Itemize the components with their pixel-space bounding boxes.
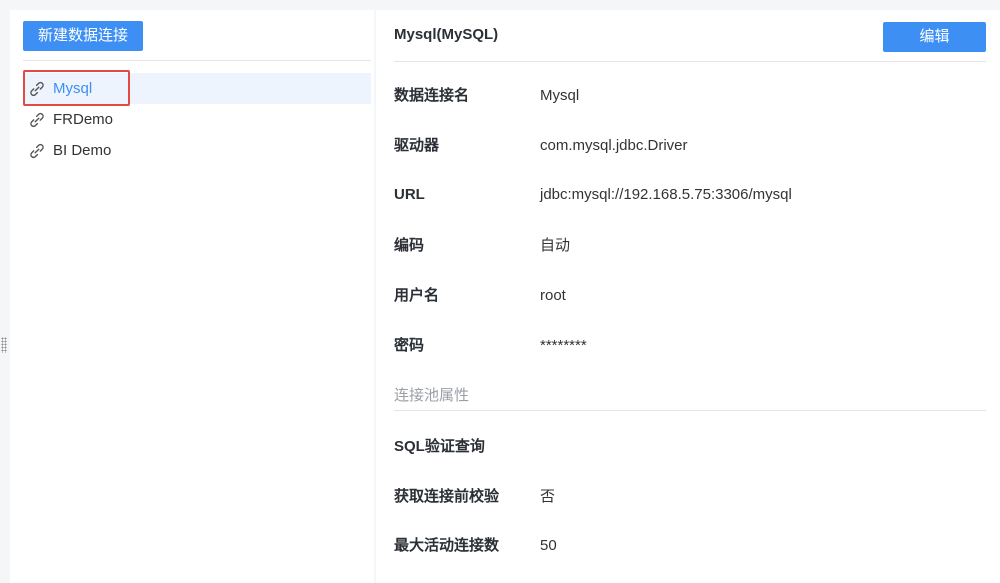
connection-list: Mysql FRDemo BI Demo	[23, 70, 371, 166]
field-value: 50	[540, 537, 557, 554]
detail-title: Mysql(MySQL)	[394, 26, 499, 43]
link-icon	[30, 143, 44, 159]
connection-item-bi-demo[interactable]: BI Demo	[23, 135, 371, 166]
divider	[394, 61, 986, 62]
field-label: 获取连接前校验	[394, 488, 500, 505]
field-value: ********	[540, 337, 587, 354]
field-label: 数据连接名	[394, 87, 470, 104]
field-value: 自动	[540, 237, 571, 254]
pool-section-label: 连接池属性	[394, 387, 470, 404]
field-value: Mysql	[540, 87, 580, 104]
connection-name: BI Demo	[53, 142, 112, 159]
connection-list-panel: 新建数据连接 Mysql FRDemo BI Demo	[10, 10, 374, 583]
app-frame: 新建数据连接 Mysql FRDemo BI Demo Mysql(MySQL)…	[0, 0, 1000, 583]
connection-name: FRDemo	[53, 111, 114, 128]
field-label: URL	[394, 186, 425, 203]
field-value: 否	[540, 488, 556, 505]
divider	[394, 410, 986, 411]
connection-item-frdemo[interactable]: FRDemo	[23, 104, 371, 135]
field-label: 编码	[394, 237, 425, 254]
connection-detail-panel: Mysql(MySQL) 编辑 数据连接名 Mysql 驱动器 com.mysq…	[376, 10, 1000, 583]
new-connection-button[interactable]: 新建数据连接	[23, 21, 143, 51]
field-label: 驱动器	[394, 137, 440, 154]
divider	[23, 60, 371, 61]
field-label: 密码	[394, 337, 425, 354]
field-value: com.mysql.jdbc.Driver	[540, 137, 688, 154]
link-icon	[30, 112, 44, 128]
field-value: jdbc:mysql://192.168.5.75:3306/mysql	[540, 186, 792, 203]
field-label: SQL验证查询	[394, 438, 485, 455]
highlight-annotation	[23, 70, 130, 106]
connection-item-mysql[interactable]: Mysql	[23, 70, 371, 106]
field-value: root	[540, 287, 566, 304]
field-label: 最大活动连接数	[394, 537, 500, 554]
resize-handle[interactable]	[1, 337, 7, 353]
field-label: 用户名	[394, 287, 440, 304]
edit-button[interactable]: 编辑	[883, 22, 986, 52]
